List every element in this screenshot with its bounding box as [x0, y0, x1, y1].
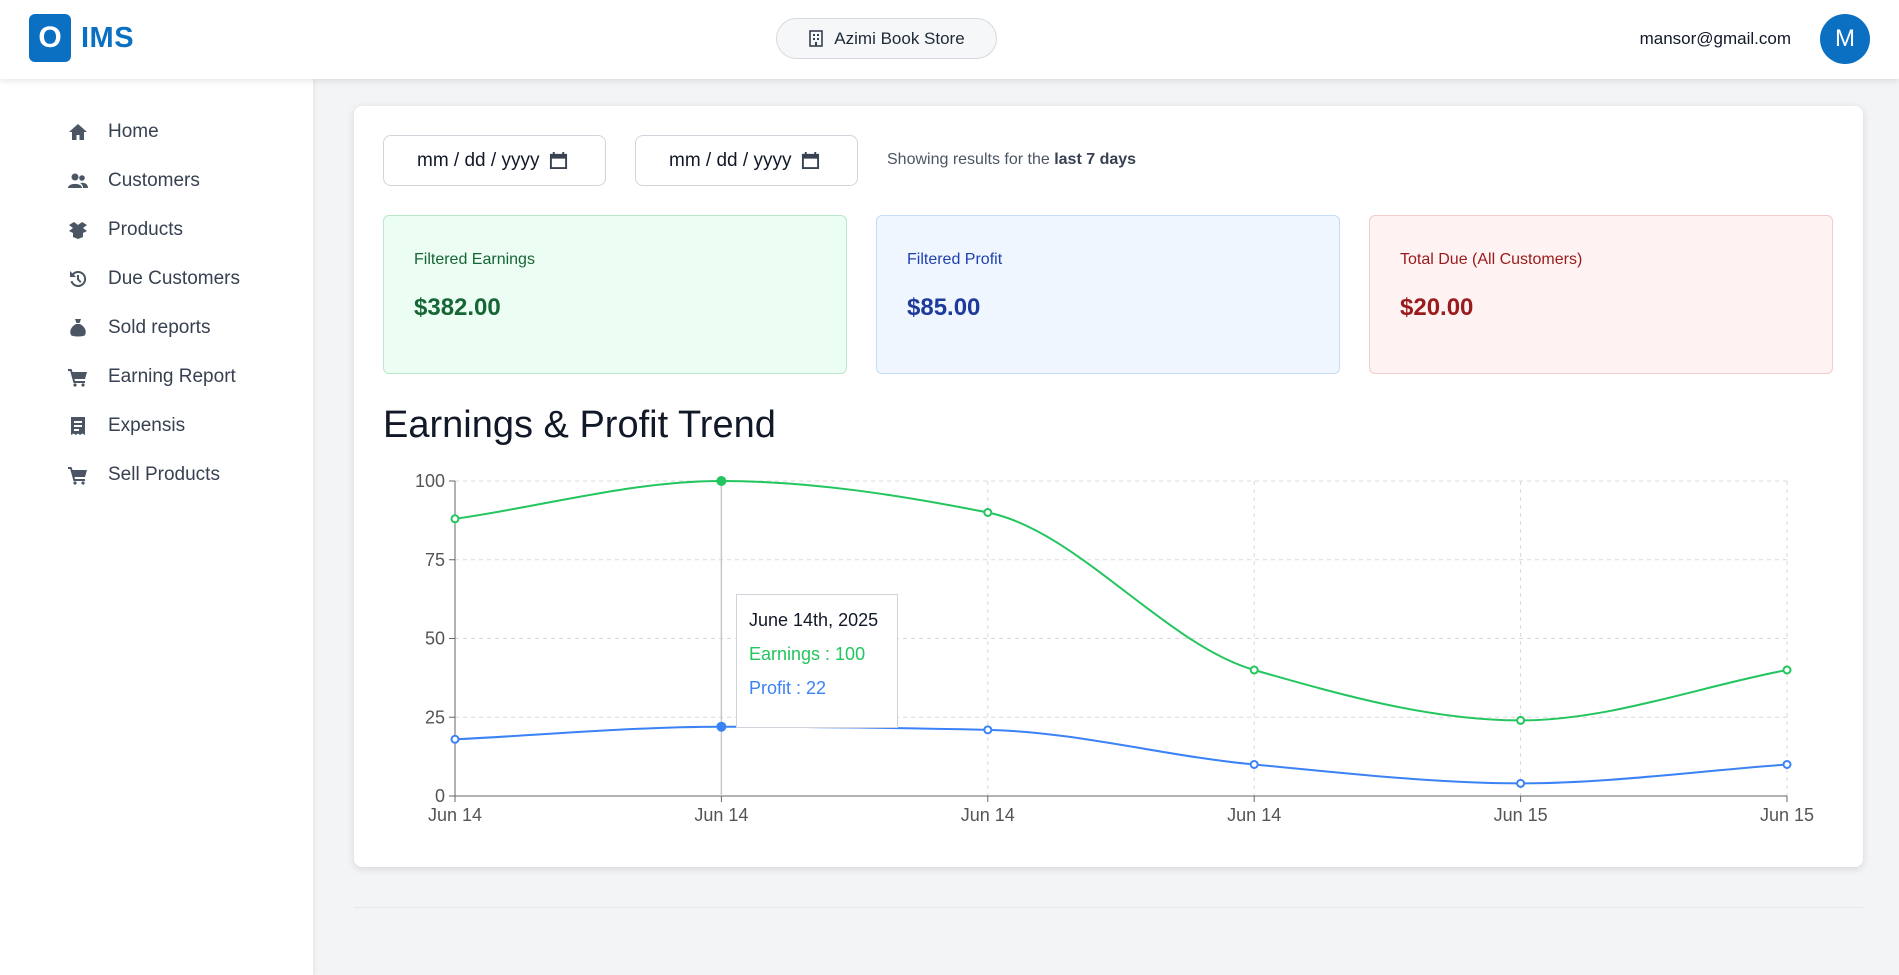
showing-prefix: Showing results for the — [887, 151, 1050, 168]
top-header: O IMS Azimi Book Store mansor@gmail.com … — [0, 0, 1899, 79]
sidebar-item-expensis[interactable]: Expensis — [68, 415, 185, 437]
sidebar-item-label: Due Customers — [108, 268, 240, 289]
tooltip-earnings: Earnings : 100 — [749, 644, 866, 664]
data-point-profit[interactable] — [716, 721, 727, 732]
money-bag-icon — [70, 319, 86, 337]
showing-range: last 7 days — [1054, 151, 1137, 168]
tooltip-date: June 14th, 2025 — [749, 610, 879, 630]
store-selector[interactable]: Azimi Book Store — [776, 18, 997, 59]
x-tick-label: Jun 14 — [961, 805, 1015, 825]
data-point-earnings[interactable] — [716, 476, 727, 486]
x-tick-label: Jun 15 — [1760, 805, 1814, 825]
x-tick-label: Jun 15 — [1494, 805, 1548, 825]
building-icon — [809, 30, 824, 47]
end-date-input[interactable]: mm / dd / yyyy — [635, 135, 858, 186]
x-tick-label: Jun 14 — [1227, 805, 1281, 825]
logo-mark: O — [29, 14, 71, 62]
receipt-icon — [71, 417, 85, 435]
calendar-icon[interactable] — [549, 151, 568, 170]
sidebar-item-products[interactable]: Products — [68, 219, 183, 241]
data-point-profit[interactable] — [450, 734, 460, 744]
sidebar-item-label: Sold reports — [108, 317, 211, 338]
sidebar-item-label: Expensis — [108, 415, 186, 436]
avatar[interactable]: M — [1820, 14, 1870, 64]
sidebar-item-sold-reports[interactable]: Sold reports — [68, 317, 210, 339]
history-icon — [70, 270, 87, 287]
cart-icon — [68, 467, 87, 485]
sidebar-item-label: Home — [108, 121, 159, 142]
cart-icon — [68, 369, 87, 387]
user-email: mansor@gmail.com — [1639, 29, 1791, 48]
sidebar-item-due-customers[interactable]: Due Customers — [68, 268, 240, 290]
data-point-earnings[interactable] — [450, 514, 460, 524]
series-line-profit — [454, 725, 1788, 785]
data-point-profit[interactable] — [1249, 760, 1259, 769]
sidebar-item-label: Products — [108, 219, 183, 240]
data-point-earnings[interactable] — [1782, 665, 1792, 675]
data-point-earnings[interactable] — [1249, 665, 1259, 675]
sidebar-item-label: Sell Products — [108, 464, 220, 485]
sidebar: Home Customers Products Due Customers So… — [0, 79, 313, 975]
box-icon — [69, 222, 87, 239]
data-point-profit[interactable] — [1516, 778, 1526, 788]
users-icon — [68, 173, 88, 188]
stat-card-total-due: Total Due (All Customers) $20.00 — [1369, 215, 1833, 374]
start-date-input[interactable]: mm / dd / yyyy — [383, 135, 606, 186]
x-tick-label: Jun 14 — [428, 805, 482, 825]
stat-card-filtered-earnings: Filtered Earnings $382.00 — [383, 215, 847, 374]
series-line-earnings — [454, 479, 1788, 722]
footer-divider — [354, 907, 1863, 908]
sidebar-item-label: Earning Report — [108, 366, 236, 387]
x-tick-label: Jun 14 — [694, 805, 748, 825]
y-tick-label: 0 — [435, 786, 445, 806]
data-point-earnings[interactable] — [983, 508, 993, 517]
data-point-profit[interactable] — [1782, 760, 1792, 769]
stat-label: Total Due (All Customers) — [1400, 251, 1583, 268]
app-logo[interactable]: O IMS — [29, 14, 134, 62]
dashboard-card: mm / dd / yyyy mm / dd / yyyy Showing re… — [354, 106, 1863, 867]
chart-tooltip: June 14th, 2025 Earnings : 100 Profit : … — [736, 594, 898, 728]
y-tick-label: 25 — [425, 707, 445, 727]
stat-card-filtered-profit: Filtered Profit $85.00 — [876, 215, 1340, 374]
stat-label: Filtered Earnings — [414, 251, 535, 268]
calendar-icon[interactable] — [801, 151, 820, 170]
tooltip-profit: Profit : 22 — [749, 678, 827, 698]
data-point-profit[interactable] — [983, 725, 993, 735]
y-tick-label: 50 — [425, 629, 445, 649]
results-range-text: Showing results for the last 7 days — [887, 151, 1136, 169]
start-date-placeholder: mm / dd / yyyy — [417, 149, 540, 171]
stat-value: $382.00 — [414, 294, 501, 321]
store-name: Azimi Book Store — [834, 28, 965, 48]
sidebar-item-home[interactable]: Home — [68, 121, 159, 143]
home-icon — [69, 124, 87, 140]
stat-value: $85.00 — [907, 294, 981, 321]
end-date-placeholder: mm / dd / yyyy — [669, 149, 792, 171]
sidebar-item-customers[interactable]: Customers — [68, 170, 200, 192]
y-tick-label: 100 — [415, 471, 445, 491]
y-tick-label: 75 — [425, 550, 445, 570]
stat-value: $20.00 — [1400, 294, 1474, 321]
sidebar-item-label: Customers — [108, 170, 200, 191]
data-point-earnings[interactable] — [1516, 715, 1526, 725]
sidebar-item-earning-report[interactable]: Earning Report — [68, 366, 236, 388]
sidebar-item-sell-products[interactable]: Sell Products — [68, 464, 220, 486]
stat-label: Filtered Profit — [907, 251, 1003, 268]
logo-text: IMS — [81, 21, 135, 54]
chart-title: Earnings & Profit Trend — [383, 404, 776, 446]
